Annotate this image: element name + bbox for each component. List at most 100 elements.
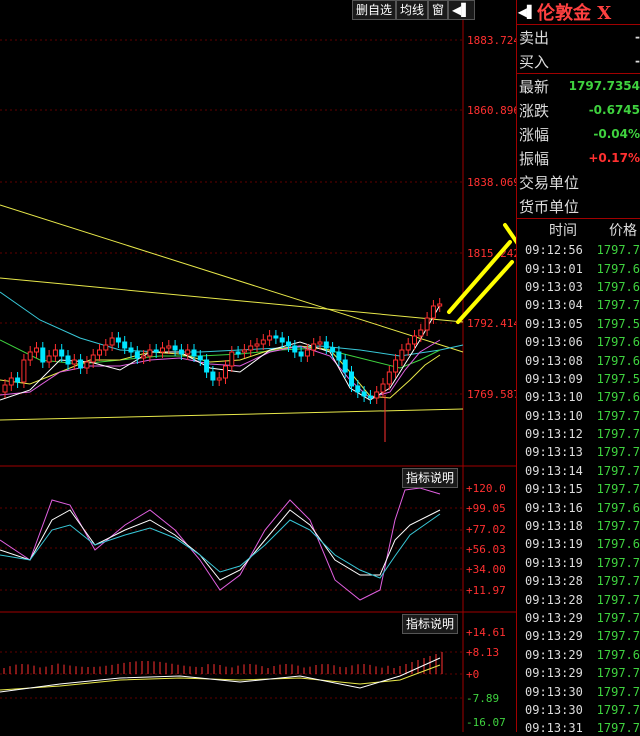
- latest-row: 最新 1797.7354: [517, 74, 640, 98]
- window-button[interactable]: 窗: [428, 0, 449, 20]
- tick-price: 1797.7: [596, 611, 640, 625]
- tick-price: 1797.7: [596, 721, 640, 732]
- candle-body: [279, 337, 285, 343]
- tick-price: 1797.7: [596, 592, 640, 607]
- candle-body: [430, 305, 436, 319]
- tick-price: 1797.7: [596, 519, 640, 534]
- change-pct-value: -0.04%: [593, 127, 640, 141]
- candle-body: [418, 329, 424, 337]
- tick-row: 09:13:18 1797.7: [517, 517, 640, 535]
- candle-body: [286, 341, 291, 347]
- tick-row: 09:13:29 1797.7: [517, 627, 640, 645]
- amplitude-value: +0.17%: [588, 151, 640, 165]
- candle-body: [128, 347, 134, 353]
- kdj-axis-label: +77.02: [466, 523, 506, 536]
- trend-line-support: [0, 408, 464, 421]
- price-axis-label: 1792.414: [467, 317, 516, 330]
- tick-price: 1797.7: [596, 445, 640, 460]
- tick-price: 1797.6: [596, 279, 640, 294]
- tick-time: 09:13:29: [525, 666, 583, 681]
- candle-body: [254, 343, 260, 347]
- buy-label: 买入: [519, 52, 550, 71]
- tick-price: 1797.7: [596, 408, 640, 423]
- chart-toolbar: 删自选 均线 窗 ◀▌: [352, 0, 475, 20]
- delete-watch-button[interactable]: 删自选: [352, 0, 397, 20]
- tick-price: 1797.7: [596, 427, 640, 442]
- macd-indicator-info-button[interactable]: 指标说明: [402, 614, 459, 634]
- tick-price: 1797.7: [596, 666, 640, 681]
- tick-row: 09:13:03 1797.6: [517, 278, 640, 296]
- candle-body: [235, 351, 241, 355]
- candle-body: [355, 385, 361, 393]
- sell-value: -: [635, 30, 640, 44]
- tick-time: 09:13:13: [525, 445, 583, 460]
- candle-body: [2, 384, 8, 393]
- candle-body: [191, 349, 197, 357]
- tick-price: 1797.6: [596, 335, 640, 350]
- candle-body: [153, 349, 159, 353]
- price-axis-label: 1769.587: [467, 388, 516, 401]
- tick-time: 09:13:28: [525, 592, 583, 607]
- candle-body: [84, 361, 90, 369]
- candle-body: [21, 359, 27, 383]
- tick-price: 1797.7: [596, 463, 640, 478]
- tick-price: 1797.7: [596, 298, 640, 313]
- tick-row: 09:13:30 1797.7: [517, 682, 640, 700]
- kdj-indicator-info-button[interactable]: 指标说明: [402, 468, 459, 488]
- time-column-header: 时间: [549, 223, 577, 239]
- moving-average-button[interactable]: 均线: [396, 0, 429, 20]
- tick-time: 09:13:10: [525, 390, 583, 405]
- kdj-axis-label: +99.05: [466, 502, 506, 515]
- collapse-arrow-icon[interactable]: ◀▌: [448, 0, 475, 20]
- candle-body: [197, 355, 203, 361]
- tick-time: 09:13:18: [525, 519, 583, 534]
- tick-row: 09:13:06 1797.6: [517, 333, 640, 351]
- candle-body: [248, 345, 254, 351]
- candle-body: [147, 349, 153, 357]
- candle-body: [109, 337, 115, 346]
- change-value: -0.6745: [588, 103, 640, 117]
- tick-price: 1797.6: [596, 537, 640, 552]
- tick-row: 09:13:29 1797.7: [517, 664, 640, 682]
- trend-line-mid: [0, 277, 464, 323]
- macd-axis-label: -16.07: [466, 716, 506, 729]
- kdj-axis-label: +34.00: [466, 563, 506, 576]
- candle-body: [71, 359, 77, 365]
- sell-row: 卖出 -: [517, 25, 640, 49]
- tick-price: 1797.7: [596, 482, 640, 497]
- tick-time: 09:13:03: [525, 279, 583, 294]
- candle-body: [393, 359, 399, 373]
- candle-body: [342, 359, 348, 373]
- candle-body: [405, 343, 411, 351]
- macd-dif-line: [0, 657, 441, 693]
- kdj-j-line: [0, 487, 441, 601]
- candle-body: [8, 377, 14, 386]
- macd-axis-label: +8.13: [466, 646, 499, 659]
- tick-row: 09:13:08 1797.6: [517, 351, 640, 369]
- candle-body: [204, 359, 210, 373]
- tick-price: 1797.7: [596, 684, 640, 699]
- tick-row: 09:13:14 1797.7: [517, 462, 640, 480]
- tick-time: 09:13:06: [525, 335, 583, 350]
- expand-arrow-icon[interactable]: ◀▌: [517, 5, 537, 19]
- buy-row: 买入 -: [517, 49, 640, 74]
- macd-axis-label: +14.61: [466, 626, 506, 639]
- candle-body: [122, 341, 128, 349]
- tick-table[interactable]: 09:12:56 1797.7 09:13:01 1797.6 09:13:03 1797…: [517, 241, 640, 732]
- change-row: 涨跌 -0.6745: [517, 98, 640, 122]
- tick-time: 09:13:19: [525, 537, 583, 552]
- tick-time: 09:13:14: [525, 463, 583, 478]
- tick-price: 1797.6: [596, 647, 640, 662]
- tick-price: 1797.6: [596, 390, 640, 405]
- candle-body: [40, 347, 46, 363]
- tick-price: 1797.7: [596, 574, 640, 589]
- chart-area[interactable]: 1883.724 1860.896 1838.069 1815.242 1792…: [0, 0, 640, 732]
- kdj-axis: +120.0 +99.05 +77.02 +56.03 +34.00 +11.9…: [466, 482, 506, 597]
- tick-row: 09:13:12 1797.7: [517, 425, 640, 443]
- amplitude-row: 振幅 +0.17%: [517, 146, 640, 170]
- trend-lines: [0, 204, 464, 421]
- macd-axis-label: +0: [466, 668, 479, 681]
- tick-row: 09:13:15 1797.7: [517, 480, 640, 498]
- candle-body: [134, 351, 140, 359]
- tick-time: 09:12:56: [525, 243, 583, 258]
